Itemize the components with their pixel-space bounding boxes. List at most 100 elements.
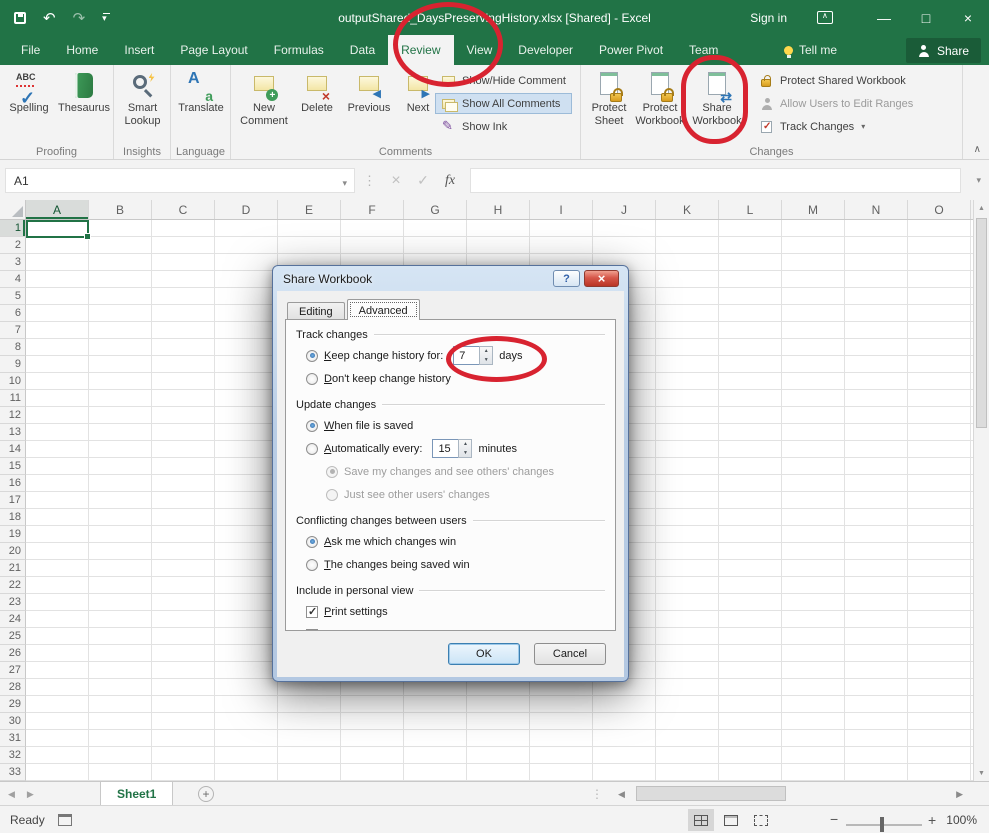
row-header-2[interactable]: 2 xyxy=(0,237,26,254)
checkbox-checked-icon[interactable] xyxy=(306,606,318,618)
row-header-16[interactable]: 16 xyxy=(0,475,26,492)
previous-sheet-icon[interactable] xyxy=(8,789,15,800)
row-header-14[interactable]: 14 xyxy=(0,441,26,458)
column-header-E[interactable]: E xyxy=(278,200,341,219)
tab-developer[interactable]: Developer xyxy=(505,35,586,65)
dialog-close-button[interactable] xyxy=(584,270,619,287)
column-header-H[interactable]: H xyxy=(467,200,530,219)
vertical-scrollbar[interactable] xyxy=(973,200,989,781)
row-header-31[interactable]: 31 xyxy=(0,730,26,747)
normal-view-button[interactable] xyxy=(688,809,714,831)
next-comment-button[interactable]: Next xyxy=(399,68,437,144)
radio-icon[interactable] xyxy=(306,443,318,455)
collapse-ribbon-icon[interactable] xyxy=(974,144,981,155)
thesaurus-button[interactable]: Thesaurus xyxy=(56,68,112,144)
scroll-right-icon[interactable] xyxy=(956,789,963,800)
spinner-down-icon[interactable] xyxy=(480,356,492,365)
row-header-26[interactable]: 26 xyxy=(0,645,26,662)
formula-bar-expand-icon[interactable] xyxy=(976,175,981,186)
previous-comment-button[interactable]: Previous xyxy=(343,68,395,144)
row-header-6[interactable]: 6 xyxy=(0,305,26,322)
column-header-F[interactable]: F xyxy=(341,200,404,219)
row-header-12[interactable]: 12 xyxy=(0,407,26,424)
maximize-button[interactable]: □ xyxy=(905,0,947,35)
minimize-button[interactable]: — xyxy=(863,0,905,35)
row-header-9[interactable]: 9 xyxy=(0,356,26,373)
row-header-20[interactable]: 20 xyxy=(0,543,26,560)
customize-quick-access-icon[interactable] xyxy=(102,13,112,23)
radio-icon[interactable] xyxy=(306,559,318,571)
close-button[interactable]: × xyxy=(947,0,989,35)
radio-selected-icon[interactable] xyxy=(306,536,318,548)
share-button[interactable]: Share xyxy=(906,38,981,63)
track-changes-button[interactable]: Track Changes ▾ xyxy=(753,116,919,137)
column-header-G[interactable]: G xyxy=(404,200,467,219)
minutes-value[interactable]: 15 xyxy=(432,439,458,458)
cancel-button[interactable]: Cancel xyxy=(534,643,606,665)
vertical-scroll-thumb[interactable] xyxy=(976,218,987,428)
row-header-4[interactable]: 4 xyxy=(0,271,26,288)
save-icon[interactable] xyxy=(14,12,26,24)
column-header-I[interactable]: I xyxy=(530,200,593,219)
row-header-8[interactable]: 8 xyxy=(0,339,26,356)
row-header-17[interactable]: 17 xyxy=(0,492,26,509)
radio-selected-icon[interactable] xyxy=(306,420,318,432)
row-header-30[interactable]: 30 xyxy=(0,713,26,730)
show-hide-comment-button[interactable]: Show/Hide Comment xyxy=(435,70,572,91)
name-box[interactable]: A1 xyxy=(5,168,355,193)
ok-button[interactable]: OK xyxy=(448,643,520,665)
dialog-tab-advanced[interactable]: Advanced xyxy=(347,299,420,320)
zoom-slider-thumb[interactable] xyxy=(880,817,884,832)
column-header-D[interactable]: D xyxy=(215,200,278,219)
zoom-slider-track[interactable] xyxy=(846,824,922,826)
smart-lookup-button[interactable]: Smart Lookup xyxy=(116,68,169,144)
horizontal-scroll-thumb[interactable] xyxy=(636,786,786,801)
column-header-C[interactable]: C xyxy=(152,200,215,219)
row-header-29[interactable]: 29 xyxy=(0,696,26,713)
protect-sheet-button[interactable]: Protect Sheet xyxy=(585,68,633,144)
spelling-button[interactable]: ABC Spelling xyxy=(4,68,54,144)
protect-workbook-button[interactable]: Protect Workbook xyxy=(633,68,687,144)
row-header-13[interactable]: 13 xyxy=(0,424,26,441)
active-cell-a1[interactable] xyxy=(26,220,89,238)
tab-file[interactable]: File xyxy=(8,35,53,65)
tab-review[interactable]: Review xyxy=(388,35,453,65)
page-break-view-button[interactable] xyxy=(748,809,774,831)
tab-insert[interactable]: Insert xyxy=(111,35,167,65)
row-header-25[interactable]: 25 xyxy=(0,628,26,645)
days-spinner[interactable]: 7 xyxy=(453,346,493,365)
zoom-in-button[interactable]: + xyxy=(928,812,936,828)
column-header-A[interactable]: A xyxy=(26,200,89,219)
spinner-up-icon[interactable] xyxy=(459,440,471,449)
column-header-M[interactable]: M xyxy=(782,200,845,219)
new-comment-button[interactable]: New Comment xyxy=(237,68,291,144)
column-header-L[interactable]: L xyxy=(719,200,782,219)
row-header-1[interactable]: 1 xyxy=(0,220,26,237)
tell-me-box[interactable]: Tell me xyxy=(784,35,837,65)
spinner-down-icon[interactable] xyxy=(459,449,471,458)
option-print-settings[interactable]: Print settings xyxy=(306,602,605,621)
protect-shared-workbook-button[interactable]: Protect Shared Workbook xyxy=(753,70,919,91)
row-header-10[interactable]: 10 xyxy=(0,373,26,390)
row-header-21[interactable]: 21 xyxy=(0,560,26,577)
column-header-O[interactable]: O xyxy=(908,200,971,219)
scroll-up-icon[interactable] xyxy=(974,200,989,216)
show-all-comments-button[interactable]: Show All Comments xyxy=(435,93,572,114)
option-when-file-saved[interactable]: When file is saved xyxy=(306,416,605,435)
minutes-spinner[interactable]: 15 xyxy=(432,439,472,458)
column-header-B[interactable]: B xyxy=(89,200,152,219)
radio-selected-icon[interactable] xyxy=(306,350,318,362)
scroll-left-icon[interactable] xyxy=(618,789,625,800)
zoom-out-button[interactable]: − xyxy=(830,811,838,827)
insert-function-icon[interactable] xyxy=(437,168,463,193)
page-layout-view-button[interactable] xyxy=(718,809,744,831)
show-ink-button[interactable]: Show Ink xyxy=(435,116,572,137)
sheet-tab-sheet1[interactable]: Sheet1 xyxy=(100,782,173,805)
column-header-K[interactable]: K xyxy=(656,200,719,219)
row-header-18[interactable]: 18 xyxy=(0,509,26,526)
days-value[interactable]: 7 xyxy=(453,346,479,365)
tab-power-pivot[interactable]: Power Pivot xyxy=(586,35,676,65)
next-sheet-icon[interactable] xyxy=(27,789,34,800)
row-header-11[interactable]: 11 xyxy=(0,390,26,407)
tab-data[interactable]: Data xyxy=(337,35,388,65)
